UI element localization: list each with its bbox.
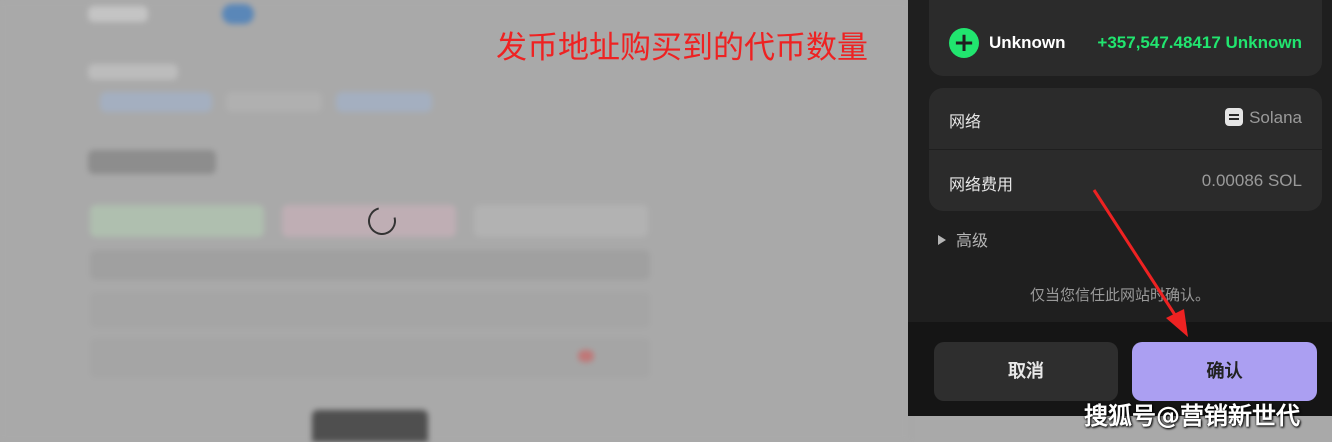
blurred-table-row	[90, 338, 650, 378]
blurred-label	[88, 6, 148, 22]
trust-notice: 仅当您信任此网站时确认。	[1029, 286, 1210, 304]
blurred-chip	[336, 92, 432, 112]
network-label: 网络	[949, 112, 982, 131]
blurred-tab	[90, 205, 264, 237]
blurred-table-row	[90, 292, 650, 328]
blurred-chip	[226, 92, 322, 112]
blurred-heading	[88, 150, 216, 174]
blurred-toggle	[222, 4, 254, 24]
blurred-label	[88, 64, 178, 80]
blurred-chip	[100, 92, 212, 112]
red-annotation-text: 发币地址购买到的代币数量	[496, 30, 868, 66]
blurred-button	[312, 410, 428, 442]
cancel-button[interactable]: 取消	[934, 342, 1118, 401]
advanced-toggle[interactable]: 高级	[938, 227, 988, 251]
network-name: Solana	[1249, 108, 1302, 127]
advanced-label: 高级	[956, 231, 989, 250]
confirm-button[interactable]: 确认	[1132, 342, 1317, 401]
network-fee-value: 0.00086 SOL	[1201, 171, 1302, 190]
network-fee-label: 网络费用	[949, 175, 1014, 194]
triangle-right-icon	[938, 235, 946, 245]
token-name: Unknown	[989, 33, 1066, 52]
watermark: 搜狐号@营销新世代	[1084, 402, 1300, 430]
network-value: Solana	[1225, 108, 1302, 128]
blurred-table-header	[90, 250, 650, 280]
blurred-red-mark	[578, 350, 594, 362]
plus-icon: +	[949, 28, 979, 58]
blurred-tab	[474, 205, 648, 237]
token-amount: +357,547.48417 Unknown	[1097, 33, 1302, 52]
solana-icon	[1225, 108, 1244, 126]
divider	[929, 149, 1322, 150]
